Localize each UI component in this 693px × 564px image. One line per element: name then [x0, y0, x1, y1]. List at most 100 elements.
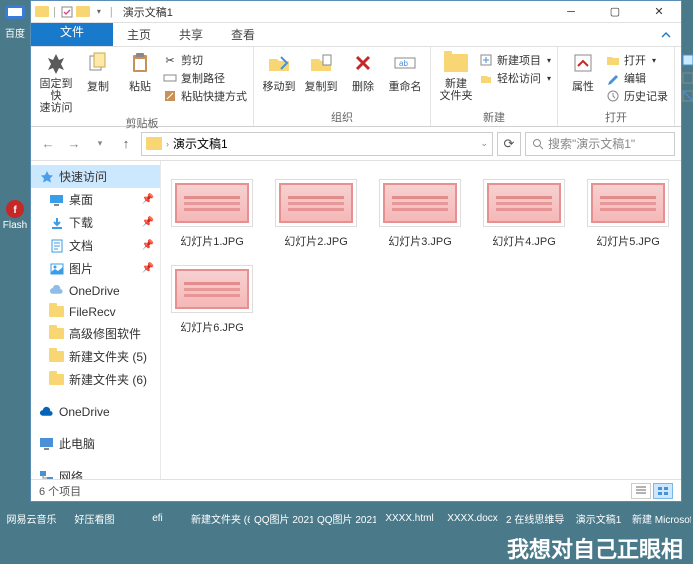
file-item[interactable]: 幻灯片4.JPG	[483, 179, 565, 249]
copy-path-button[interactable]: 复制路径	[163, 70, 247, 86]
pc-icon	[39, 436, 54, 451]
new-item-icon	[479, 53, 493, 67]
file-item[interactable]: 幻灯片1.JPG	[171, 179, 253, 249]
titlebar: | ▾ | 演示文稿1 ─ ▢ ✕	[31, 1, 681, 23]
taskbar-item[interactable]: 好压看图	[65, 511, 124, 526]
select-none-button[interactable]: 全部取消	[681, 70, 693, 86]
ribbon-collapse-button[interactable]	[651, 23, 681, 46]
paste-shortcut-button[interactable]: 粘贴快捷方式	[163, 88, 247, 104]
button-label: 剪切	[181, 52, 203, 68]
cut-button[interactable]: ✂剪切	[163, 52, 247, 68]
file-item[interactable]: 幻灯片3.JPG	[379, 179, 461, 249]
back-button[interactable]: ←	[37, 133, 59, 155]
search-input[interactable]: 搜索"演示文稿1"	[525, 132, 675, 156]
ribbon-tabs: 文件 主页 共享 查看	[31, 23, 681, 47]
recent-dropdown[interactable]: ▾	[89, 133, 111, 155]
group-label: 打开	[564, 108, 668, 125]
tab-view[interactable]: 查看	[217, 23, 269, 46]
maximize-button[interactable]: ▢	[593, 1, 637, 23]
sidebar-quick-access[interactable]: 快速访问	[31, 165, 160, 188]
breadcrumb-item[interactable]: 演示文稿1	[173, 135, 228, 152]
history-button[interactable]: 历史记录	[606, 88, 668, 104]
sidebar-item[interactable]: 桌面📌	[31, 188, 160, 211]
breadcrumb[interactable]: › 演示文稿1 ⌄	[141, 132, 493, 156]
file-item[interactable]: 幻灯片5.JPG	[587, 179, 669, 249]
paste-button[interactable]: 粘贴	[121, 50, 159, 94]
file-thumbnail	[483, 179, 565, 227]
sidebar-item[interactable]: 新建文件夹 (5)	[31, 345, 160, 368]
window-title: 演示文稿1	[123, 4, 173, 20]
button-label: 粘贴快捷方式	[181, 88, 247, 104]
tab-file[interactable]: 文件	[31, 23, 113, 46]
sidebar-item[interactable]: 图片📌	[31, 257, 160, 280]
edit-button[interactable]: 编辑	[606, 70, 668, 86]
new-folder-button[interactable]: 新建 文件夹	[437, 50, 475, 102]
cloud-icon	[39, 404, 54, 419]
taskbar-item[interactable]: QQ图片 2021042...	[254, 511, 313, 526]
file-name: 幻灯片1.JPG	[180, 233, 244, 249]
taskbar-item[interactable]: 新建文件夹 (6)	[191, 511, 250, 526]
sidebar-item[interactable]: 高级修图软件	[31, 322, 160, 345]
close-button[interactable]: ✕	[637, 1, 681, 23]
open-button[interactable]: 打开▾	[606, 52, 668, 68]
taskbar-item[interactable]: QQ图片 2021042...	[317, 511, 376, 526]
checkbox-icon[interactable]	[60, 5, 74, 19]
move-to-button[interactable]: 移动到	[260, 50, 298, 94]
taskbar-item[interactable]: efi	[128, 513, 187, 524]
sidebar-item[interactable]: OneDrive	[31, 280, 160, 301]
forward-button[interactable]: →	[63, 133, 85, 155]
shortcut-icon	[163, 89, 177, 103]
button-label: 移动到	[263, 78, 296, 94]
sidebar-item[interactable]: 下载📌	[31, 211, 160, 234]
dropdown-icon[interactable]: ▾	[92, 5, 106, 19]
easy-access-button[interactable]: 轻松访问▾	[479, 70, 551, 86]
properties-icon	[569, 50, 597, 76]
history-icon	[606, 89, 620, 103]
taskbar-item[interactable]: XXXX.docx	[443, 513, 502, 524]
copy-to-button[interactable]: 复制到	[302, 50, 340, 94]
new-item-button[interactable]: 新建项目▾	[479, 52, 551, 68]
button-label: 重命名	[389, 78, 422, 94]
refresh-button[interactable]: ⟳	[497, 132, 521, 156]
delete-button[interactable]: 删除	[344, 50, 382, 94]
invert-selection-button[interactable]: 反向选择	[681, 88, 693, 104]
select-all-button[interactable]: 全部选择	[681, 52, 693, 68]
sidebar-item[interactable]: FileRecv	[31, 301, 160, 322]
copy-button[interactable]: 复制	[79, 50, 117, 94]
folder-icon	[49, 326, 64, 341]
star-icon	[39, 169, 54, 184]
button-label: 复制到	[305, 78, 338, 94]
sidebar-item[interactable]: 文档 📌	[31, 234, 160, 257]
sidebar-item-label: 此电脑	[59, 435, 95, 452]
sidebar-item-label: 文档	[69, 237, 93, 254]
ribbon-group-new: 新建 文件夹 新建项目▾ 轻松访问▾ 新建	[431, 47, 558, 126]
tab-home[interactable]: 主页	[113, 23, 165, 46]
details-view-button[interactable]	[631, 483, 651, 499]
properties-button[interactable]: 属性	[564, 50, 602, 94]
taskbar-item[interactable]: 2 在线思维导 图.docx	[506, 511, 565, 526]
icons-view-button[interactable]	[653, 483, 673, 499]
rename-button[interactable]: ab重命名	[386, 50, 424, 94]
sidebar-this-pc[interactable]: 此电脑	[31, 432, 160, 455]
chevron-down-icon[interactable]: ⌄	[480, 138, 488, 149]
taskbar-item[interactable]: 新建 Microsoft...	[632, 511, 691, 526]
file-name: 幻灯片5.JPG	[596, 233, 660, 249]
sidebar-item-label: 下载	[69, 214, 93, 231]
up-button[interactable]: ↑	[115, 133, 137, 155]
pin-icon: 📌	[142, 240, 154, 251]
file-item[interactable]: 幻灯片6.JPG	[171, 265, 253, 335]
desktop-icon[interactable]: 百度	[2, 3, 28, 33]
desktop-icon[interactable]: f Flash	[2, 198, 28, 228]
sidebar-onedrive[interactable]: OneDrive	[31, 401, 160, 422]
folder-icon[interactable]	[76, 5, 90, 19]
sidebar-item[interactable]: 新建文件夹 (6)	[31, 368, 160, 391]
sidebar-network[interactable]: 网络	[31, 465, 160, 479]
tab-share[interactable]: 共享	[165, 23, 217, 46]
taskbar-item[interactable]: XXXX.html	[380, 513, 439, 524]
minimize-button[interactable]: ─	[549, 1, 593, 23]
file-item[interactable]: 幻灯片2.JPG	[275, 179, 357, 249]
button-label: 复制	[87, 78, 109, 94]
taskbar-item[interactable]: 演示文稿1	[569, 511, 628, 526]
taskbar-item[interactable]: 网易云音乐	[2, 511, 61, 526]
pin-quick-access-button[interactable]: 固定到快 速访问	[37, 50, 75, 114]
